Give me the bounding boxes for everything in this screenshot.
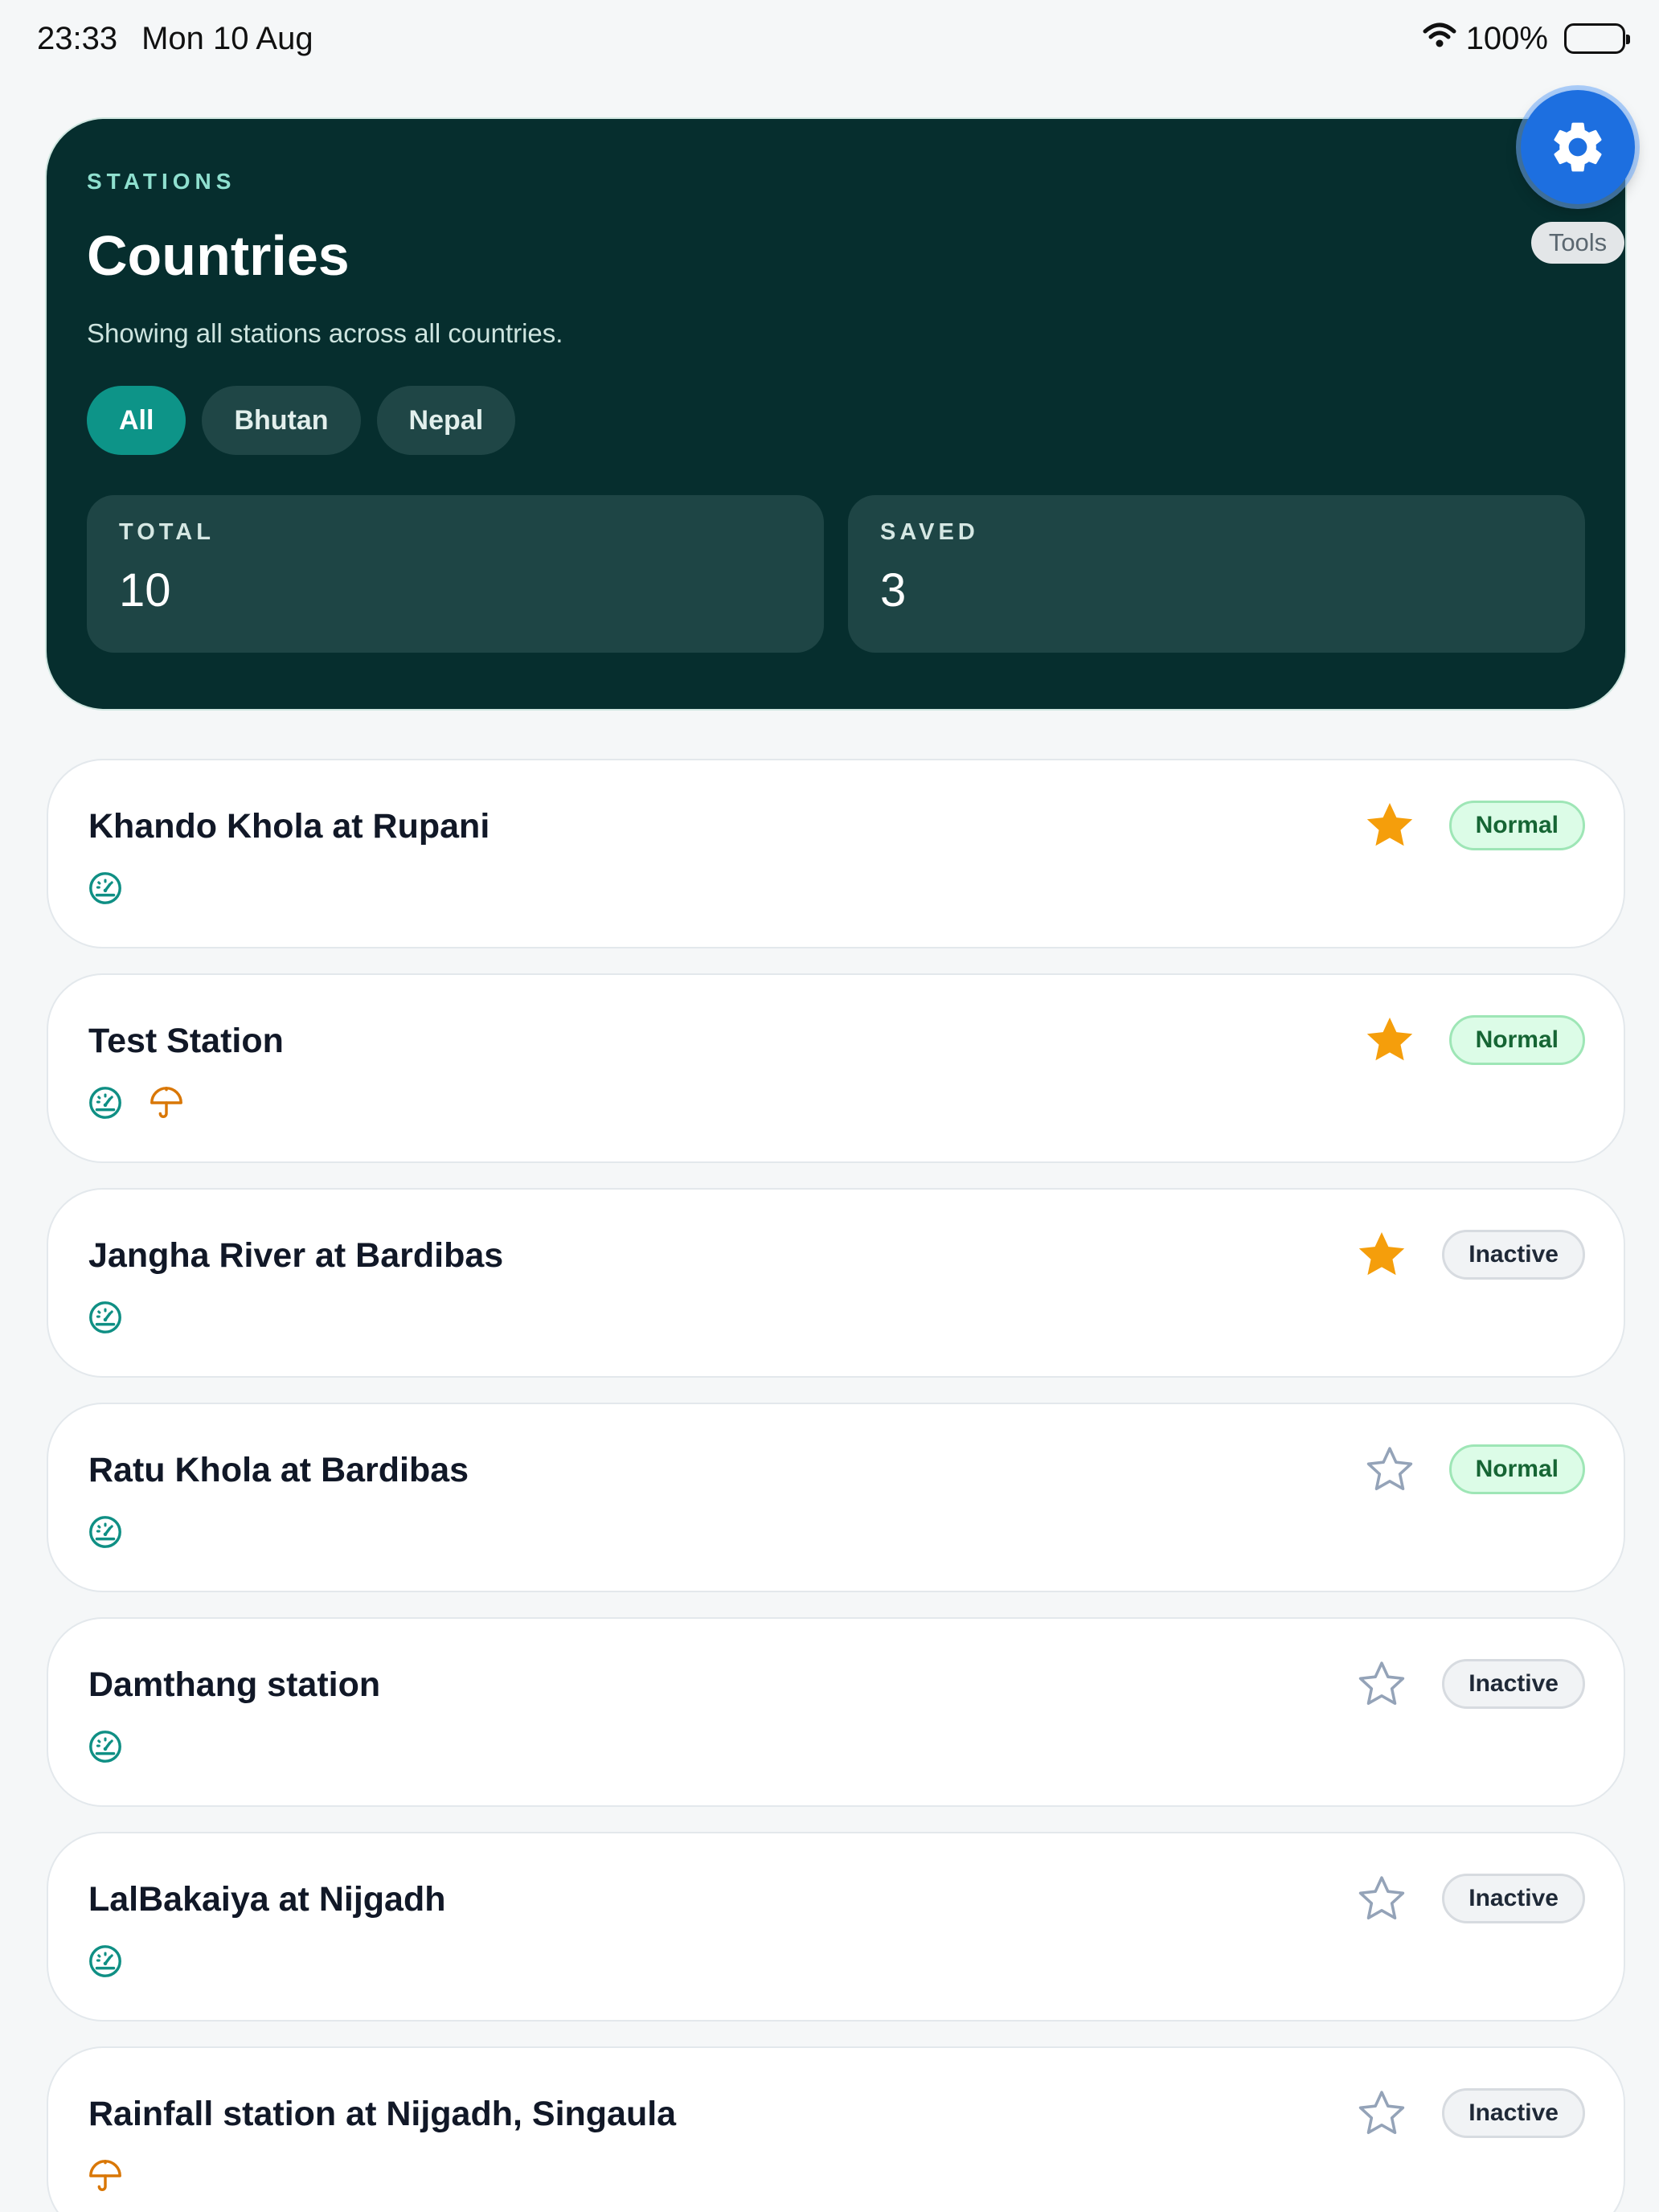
star-outline-icon[interactable] [1355,1872,1408,1929]
filter-chip-all[interactable]: All [87,386,186,455]
station-name: Jangha River at Bardibas [88,1236,504,1275]
stations-header-card: STATIONS Countries Showing all stations … [47,119,1625,709]
umbrella-icon [148,1084,185,1125]
wifi-icon [1423,21,1456,57]
hero-eyebrow: STATIONS [87,169,236,194]
battery-icon [1564,23,1630,54]
station-sensor-icons [87,870,124,911]
stat-saved-value: 3 [880,564,907,616]
tools-button[interactable] [1521,90,1635,204]
station-sensor-icons [87,1514,124,1555]
stat-saved-label: SAVED [880,519,979,545]
country-filter: All Bhutan Nepal [87,386,1585,455]
filter-chip-bhutan[interactable]: Bhutan [202,386,361,455]
station-card[interactable]: Ratu Khola at Bardibas Normal [47,1403,1625,1592]
gauge-icon [87,1299,124,1340]
tools-control: Tools [1521,90,1635,264]
page-title: Countries [87,224,350,287]
station-sensor-icons [87,2157,124,2198]
gauge-icon [87,1943,124,1984]
station-card[interactable]: Damthang station Inactive [47,1617,1625,1807]
status-badge: Inactive [1442,1659,1585,1709]
stats-row: TOTAL 10 SAVED 3 [87,495,1585,653]
status-badge: Inactive [1442,1230,1585,1280]
station-name: Ratu Khola at Bardibas [88,1451,469,1489]
status-badge: Normal [1448,1444,1585,1494]
status-time: 23:33 [37,20,118,56]
stations-page: 23:33 Mon 10 Aug 100% STATIONS Countries… [0,0,1659,2212]
station-name: Rainfall station at Nijgadh, Singaula [88,2095,677,2133]
status-badge: Inactive [1442,1874,1585,1923]
battery-percent: 100% [1465,20,1548,56]
station-sensor-icons [87,1943,124,1984]
station-card[interactable]: Khando Khola at Rupani Normal [47,759,1625,948]
stat-saved: SAVED 3 [848,495,1585,653]
station-name: Khando Khola at Rupani [88,807,490,846]
station-name: Damthang station [88,1665,381,1704]
tools-label: Tools [1530,222,1625,264]
gauge-icon [87,1728,124,1769]
umbrella-icon [87,2157,124,2198]
gear-icon [1554,122,1602,172]
status-badge: Normal [1448,801,1585,850]
station-name: Test Station [88,1022,284,1060]
status-bar: 23:33 Mon 10 Aug 100% [0,0,1659,77]
stat-total: TOTAL 10 [87,495,824,653]
status-badge: Inactive [1442,2088,1585,2138]
star-outline-icon[interactable] [1355,2087,1408,2144]
station-sensor-icons [87,1728,124,1769]
star-outline-icon[interactable] [1355,1657,1408,1714]
station-name: LalBakaiya at Nijgadh [88,1880,446,1919]
station-card[interactable]: Jangha River at Bardibas Inactive [47,1188,1625,1378]
station-card[interactable]: Rainfall station at Nijgadh, Singaula Ina… [47,2046,1625,2212]
star-filled-icon[interactable] [1363,1014,1416,1071]
gauge-icon [87,1514,124,1555]
star-filled-icon[interactable] [1363,799,1416,856]
filter-chip-nepal[interactable]: Nepal [376,386,516,455]
gauge-icon [87,870,124,911]
status-date: Mon 10 Aug [141,20,313,56]
station-sensor-icons [87,1084,185,1125]
station-card[interactable]: Test Station Normal [47,973,1625,1163]
hero-subtitle: Showing all stations across all countrie… [87,318,563,348]
gauge-icon [87,1084,124,1125]
station-card[interactable]: LalBakaiya at Nijgadh Inactive [47,1832,1625,2022]
status-badge: Normal [1448,1015,1585,1065]
star-filled-icon[interactable] [1355,1228,1408,1285]
stat-total-value: 10 [119,564,171,616]
star-outline-icon[interactable] [1363,1443,1416,1500]
station-sensor-icons [87,1299,124,1340]
stat-total-label: TOTAL [119,519,215,545]
